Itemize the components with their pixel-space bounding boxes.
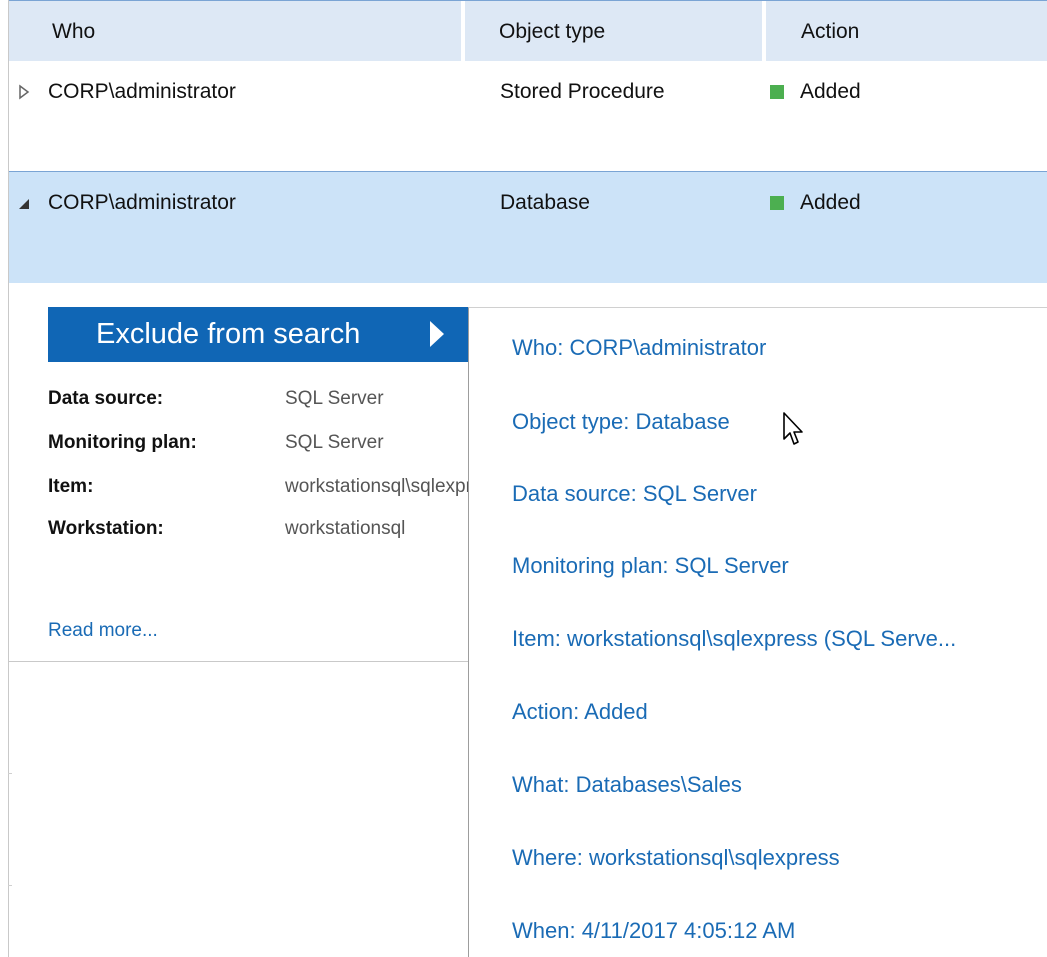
menu-item-action[interactable]: Action: Added [512, 699, 648, 725]
table-row-selected[interactable]: CORP\administrator Database Added [9, 172, 1047, 283]
prop-label-workstation: Workstation: [48, 518, 164, 539]
submenu-arrow-icon [430, 321, 444, 347]
menu-item-data-source[interactable]: Data source: SQL Server [512, 481, 757, 507]
menu-item-who[interactable]: Who: CORP\administrator [512, 335, 766, 361]
menu-item-where[interactable]: Where: workstationsql\sqlexpress [512, 845, 840, 871]
menu-item-monitoring-plan[interactable]: Monitoring plan: SQL Server [512, 553, 789, 579]
prop-label-data-source: Data source: [48, 388, 164, 409]
cell-object-type: Database [500, 191, 590, 214]
mouse-pointer-icon [783, 412, 803, 445]
cell-object-type: Stored Procedure [500, 80, 665, 103]
column-header-who[interactable]: Who [52, 1, 95, 62]
prop-value-item: workstationsql\sqlexpress [285, 476, 468, 497]
collapse-arrow-icon[interactable] [15, 194, 33, 212]
menu-item-item[interactable]: Item: workstationsql\sqlexpress (SQL Ser… [512, 626, 956, 652]
status-added-icon [770, 85, 784, 99]
menu-item-what[interactable]: What: Databases\Sales [512, 772, 742, 798]
column-separator[interactable] [461, 1, 465, 62]
prop-label-monitoring-plan: Monitoring plan: [48, 432, 197, 453]
cell-who: CORP\administrator [48, 80, 236, 103]
detail-divider [9, 661, 471, 662]
status-added-icon [770, 196, 784, 210]
prop-value-data-source: SQL Server [285, 388, 384, 409]
prop-value-workstation: workstationsql [285, 518, 406, 539]
column-header-object-type[interactable]: Object type [499, 1, 605, 62]
menu-item-object-type[interactable]: Object type: Database [512, 409, 730, 435]
prop-value-monitoring-plan: SQL Server [285, 432, 384, 453]
cell-action: Added [800, 191, 861, 214]
cell-who: CORP\administrator [48, 191, 236, 214]
exclude-submenu: Who: CORP\administrator Object type: Dat… [468, 307, 1047, 957]
row-gridline [8, 773, 12, 774]
grid-header: Who Object type Action [9, 0, 1047, 62]
row-gridline [8, 885, 12, 886]
expand-arrow-icon[interactable] [15, 83, 33, 101]
exclude-from-search-menu[interactable]: Exclude from search [48, 307, 468, 362]
exclude-label: Exclude from search [96, 318, 361, 350]
menu-item-when[interactable]: When: 4/11/2017 4:05:12 AM [512, 918, 795, 944]
cell-action: Added [800, 80, 861, 103]
column-header-action[interactable]: Action [801, 1, 859, 62]
prop-label-item: Item: [48, 476, 94, 497]
column-separator[interactable] [762, 1, 766, 62]
read-more-link[interactable]: Read more... [48, 620, 158, 642]
table-row[interactable]: CORP\administrator Stored Procedure Adde… [9, 61, 1047, 172]
